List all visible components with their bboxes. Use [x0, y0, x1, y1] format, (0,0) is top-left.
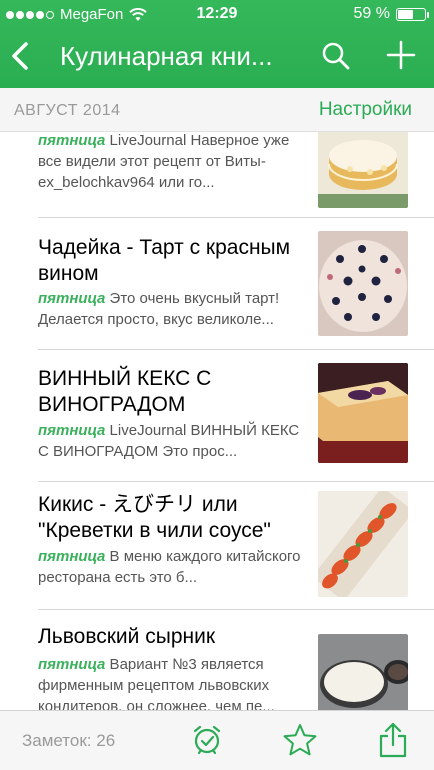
list-item[interactable]: ВИННЫЙ КЕКС С ВИНОГРАДОМ пятница LiveJou…	[0, 350, 434, 482]
battery-fill	[398, 9, 413, 19]
list-item[interactable]: пятница LiveJournal Наверное уже все вид…	[0, 132, 434, 218]
section-header: АВГУСТ 2014 Настройки	[0, 88, 434, 132]
bottom-toolbar: Заметок: 26	[0, 710, 434, 770]
navigation-bar: Кулинарная кни...	[0, 28, 434, 88]
notes-count: Заметок: 26	[22, 731, 116, 750]
item-title: ВИННЫЙ КЕКС С ВИНОГРАДОМ	[38, 367, 212, 416]
battery-icon	[396, 7, 429, 21]
syrnik-thumbnail	[318, 634, 408, 710]
chevron-left-icon[interactable]	[6, 36, 36, 76]
list-item[interactable]: Львовский сырник пятница Вариант №3 явля…	[0, 610, 434, 710]
plus-icon[interactable]	[384, 38, 418, 72]
section-date: АВГУСТ 2014	[14, 102, 121, 119]
list-item[interactable]: Чадейка - Тарт с красным вином пятница Э…	[0, 218, 434, 350]
alarm-clock-icon[interactable]	[190, 723, 224, 757]
item-day: пятница	[38, 132, 106, 149]
item-title: Кикис - えびチリ или "Креветки в чили соусе"	[38, 493, 271, 542]
notes-list: пятница LiveJournal Наверное уже все вид…	[0, 132, 434, 710]
page-title: Кулинарная кни...	[60, 41, 273, 71]
item-excerpt: пятница В меню каждого китайского рестор…	[38, 546, 308, 590]
shrimp-thumbnail	[318, 491, 408, 597]
item-day: пятница	[38, 548, 106, 565]
share-icon[interactable]	[378, 721, 408, 759]
status-bar: MegaFon 12:29 59 %	[0, 0, 434, 28]
item-excerpt: пятница LiveJournal Наверное уже все вид…	[38, 132, 308, 194]
item-excerpt: пятница LiveJournal ВИННЫЙ КЕКС С ВИНОГР…	[38, 420, 308, 464]
list-item[interactable]: Кикис - えびチリ или "Креветки в чили соусе"…	[0, 482, 434, 610]
status-right: 59 %	[353, 5, 429, 23]
item-title: Чадейка - Тарт с красным вином	[38, 236, 291, 285]
battery-percent: 59 %	[353, 5, 390, 22]
settings-button[interactable]: Настройки	[319, 99, 412, 121]
star-icon[interactable]	[282, 722, 318, 758]
item-day: пятница	[38, 656, 106, 673]
item-day: пятница	[38, 290, 106, 307]
item-excerpt: пятница Вариант №3 является фирменным ре…	[38, 654, 308, 710]
wine-cake-thumbnail	[318, 363, 408, 463]
item-excerpt: пятница Это очень вкусный тарт! Делается…	[38, 288, 308, 332]
item-title: Львовский сырник	[38, 625, 216, 648]
tart-thumbnail	[318, 231, 408, 336]
search-icon[interactable]	[320, 40, 352, 72]
cheesecake-thumbnail	[318, 132, 408, 208]
header: MegaFon 12:29 59 % Кулинарная кни...	[0, 0, 434, 88]
item-day: пятница	[38, 422, 106, 439]
